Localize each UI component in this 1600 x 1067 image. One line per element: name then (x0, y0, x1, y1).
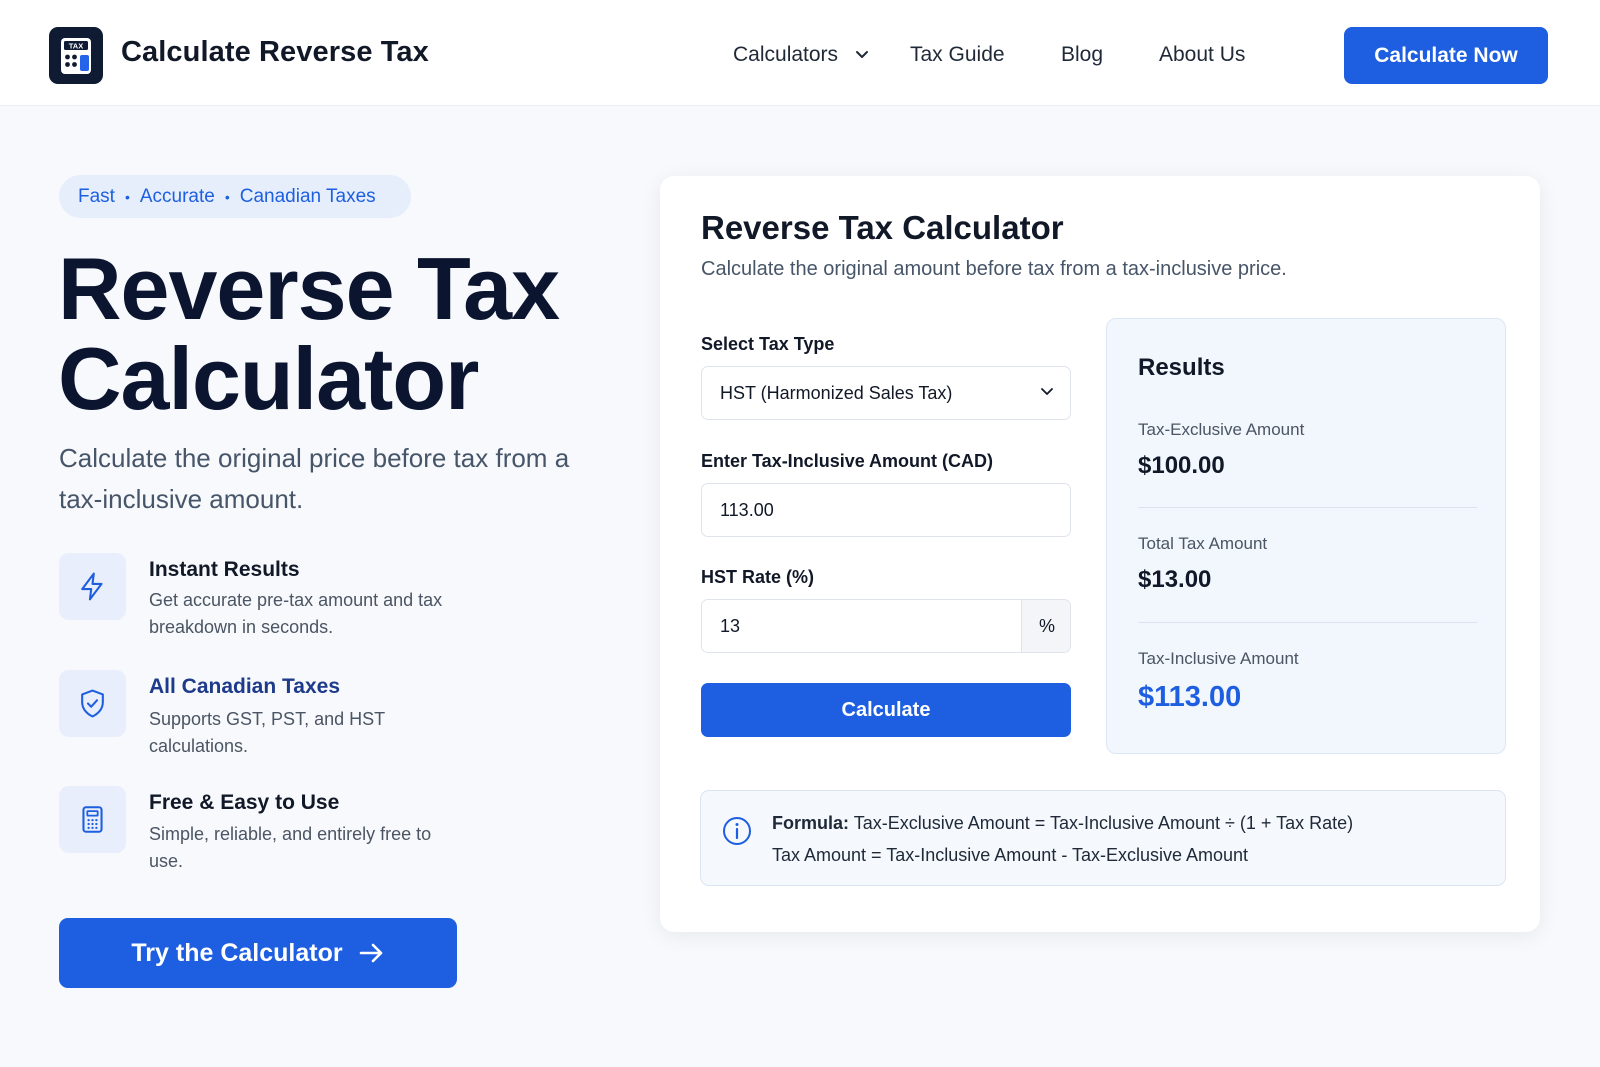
chevron-down-icon[interactable] (855, 50, 869, 60)
brand-name[interactable]: Calculate Reverse Tax (121, 36, 429, 69)
lightning-icon (81, 572, 103, 601)
rate-label: HST Rate (%) (701, 567, 815, 587)
formula-line1: Formula: Tax-Exclusive Amount = Tax-Incl… (772, 813, 1353, 834)
amount-input[interactable] (701, 483, 1071, 537)
feature-desc-instant-results: Get accurate pre-tax amount and tax brea… (149, 590, 443, 637)
pill-separator: • (124, 188, 130, 205)
tax-type-select[interactable]: HST (Harmonized Sales Tax) (701, 366, 1071, 420)
results-title: Results (1138, 354, 1225, 381)
inclusive-amount-label: Tax-Inclusive Amount (1138, 649, 1299, 668)
calculate-button[interactable]: Calculate (701, 683, 1071, 737)
tax-amount-value: $13.00 (1138, 566, 1212, 593)
inclusive-amount-value: $113.00 (1138, 681, 1242, 713)
shield-check-icon (81, 689, 104, 718)
formula-line2: Tax Amount = Tax-Inclusive Amount - Tax-… (772, 845, 1249, 865)
arrow-right-icon (359, 943, 382, 963)
feature-title-instant-results: Instant Results (149, 558, 300, 581)
calculate-now-button[interactable]: Calculate Now (1344, 27, 1548, 84)
feature-desc-free-easy: Simple, reliable, and entirely free to u… (149, 824, 432, 871)
calculator-card: Reverse Tax Calculator Calculate the ori… (660, 176, 1540, 932)
info-icon (723, 817, 751, 845)
hero-title-line2: Calculator (58, 329, 479, 428)
rate-field: % (701, 599, 1071, 653)
nav-calculators[interactable]: Calculators (733, 43, 838, 67)
tagline-pill: Fast • Accurate • Canadian Taxes (59, 175, 411, 218)
exclusive-amount-value: $100.00 (1138, 452, 1225, 479)
pill-separator: • (224, 188, 230, 205)
hero-title-line1: Reverse Tax (58, 239, 560, 338)
try-calculator-button[interactable]: Try the Calculator (59, 918, 457, 988)
rate-input[interactable] (702, 600, 1021, 652)
feature-title-free-easy: Free & Easy to Use (149, 791, 340, 814)
pill-item-fast: Fast (78, 185, 115, 207)
exclusive-amount-label: Tax-Exclusive Amount (1138, 420, 1305, 439)
calculator-title: Reverse Tax Calculator (701, 209, 1064, 246)
feature-icon-box (59, 553, 126, 620)
try-calculator-label: Try the Calculator (131, 938, 343, 967)
formula-exclusive: Tax-Exclusive Amount = Tax-Inclusive Amo… (853, 813, 1354, 833)
hero-title: Reverse Tax Calculator (58, 239, 560, 428)
percent-suffix: % (1021, 600, 1070, 652)
calculator-subtitle: Calculate the original amount before tax… (701, 258, 1287, 280)
chevron-down-icon (1041, 388, 1053, 395)
tax-amount-label: Total Tax Amount (1138, 534, 1268, 553)
site-header: TAX Calculate Reverse Tax Calculators Ta… (0, 0, 1600, 106)
hero-subtitle: Calculate the original price before tax … (59, 443, 570, 514)
tax-type-label: Select Tax Type (701, 334, 835, 354)
nav-blog[interactable]: Blog (1061, 43, 1103, 67)
feature-icon-box (59, 786, 126, 853)
pill-item-accurate: Accurate (139, 185, 215, 207)
calculator-icon (82, 806, 103, 833)
feature-title-all-canadian-taxes: All Canadian Taxes (149, 675, 341, 698)
results-divider (1138, 507, 1477, 508)
nav-tax-guide[interactable]: Tax Guide (910, 43, 1005, 67)
formula-box: Formula: Tax-Exclusive Amount = Tax-Incl… (700, 790, 1506, 886)
pill-item-canadian-taxes: Canadian Taxes (239, 185, 376, 207)
nav-about-us[interactable]: About Us (1159, 43, 1245, 67)
feature-desc-all-canadian-taxes: Supports GST, PST, and HST calculations. (149, 709, 385, 756)
formula-prefix: Formula: (772, 813, 850, 833)
feature-icon-box (59, 670, 126, 737)
results-panel: Results Tax-Exclusive Amount $100.00 Tot… (1106, 318, 1506, 754)
results-divider (1138, 622, 1477, 623)
amount-label: Enter Tax-Inclusive Amount (CAD) (701, 451, 994, 471)
logo-icon[interactable]: TAX (49, 27, 103, 84)
tax-type-value: HST (Harmonized Sales Tax) (720, 382, 953, 403)
logo-text: TAX (69, 42, 83, 51)
